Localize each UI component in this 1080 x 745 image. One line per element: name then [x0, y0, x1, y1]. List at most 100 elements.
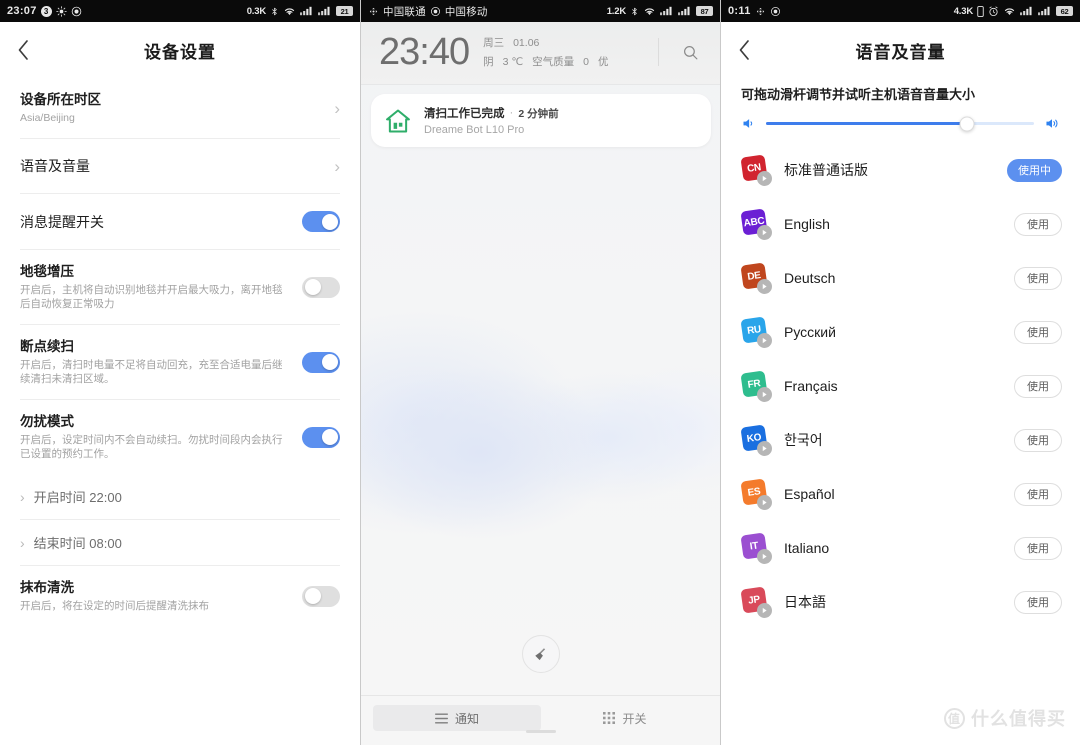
battery-indicator: 62 [1056, 6, 1073, 16]
play-preview-icon[interactable] [757, 333, 772, 348]
setting-subtitle: Asia/Beijing [20, 112, 75, 124]
language-use-button[interactable]: 使用 [1014, 536, 1062, 560]
play-preview-icon[interactable] [757, 387, 772, 402]
language-name: Italiano [784, 540, 830, 556]
language-use-button[interactable]: 使用 [1014, 428, 1062, 452]
setting-row-carpet-boost[interactable]: 地毯增压 开启后，主机将自动识别地毯并开启最大吸力，离开地毯后自动恢复正常吸力 [20, 250, 340, 325]
toggle-resume-cleaning[interactable] [302, 351, 340, 373]
language-row[interactable]: IT Italiano 使用 [739, 521, 1062, 575]
language-name: 日本語 [784, 594, 826, 610]
search-icon[interactable] [673, 44, 707, 61]
panel-device-settings: 23:07 3 0.3K 21 设备设置 设备所在时区 Asia/Beijing… [0, 0, 360, 745]
language-use-button[interactable]: 使用 [1014, 212, 1062, 236]
language-row[interactable]: RU Русский 使用 [739, 305, 1062, 359]
battery-indicator: 21 [336, 6, 353, 16]
language-use-button[interactable]: 使用 [1014, 482, 1062, 506]
language-row[interactable]: CN 标准普通话版 使用中 [739, 143, 1062, 197]
setting-row-resume-cleaning[interactable]: 断点续扫 开启后，清扫时电量不足将自动回充，充至合适电量后继续清扫未清扫区域。 [20, 325, 340, 400]
volume-slider[interactable] [766, 116, 1034, 131]
shade-tabbar: 通知 开关 [361, 695, 720, 731]
aqi-label: 空气质量 [532, 56, 575, 68]
dnd-start-time-row[interactable]: › 开启时间 22:00 [20, 474, 340, 520]
clear-all-wrap [361, 635, 720, 673]
notification-shade: 23:40 周三 01.06 阴 3 ℃ 空气质量 0 优 清扫工作已完成 · … [361, 22, 720, 745]
dnd-end-time-row[interactable]: › 结束时间 08:00 [20, 520, 340, 566]
language-row[interactable]: JP 日本語 使用 [739, 575, 1062, 629]
aqi-value: 0 [583, 55, 589, 68]
notification-title: 清扫工作已完成 [424, 108, 505, 120]
tab-notifications[interactable]: 通知 [373, 705, 541, 731]
play-preview-icon[interactable] [757, 495, 772, 510]
play-preview-icon[interactable] [757, 225, 772, 240]
language-use-button[interactable]: 使用中 [1007, 158, 1062, 182]
play-preview-icon[interactable] [757, 279, 772, 294]
weather-condition: 阴 [483, 56, 494, 68]
sim-icon [430, 6, 441, 17]
back-button[interactable] [721, 22, 767, 78]
play-preview-icon[interactable] [757, 603, 772, 618]
signal-icon [300, 6, 314, 16]
brightness-icon [55, 5, 67, 17]
language-row[interactable]: ES Español 使用 [739, 467, 1062, 521]
signal-icon [1038, 6, 1052, 16]
bluetooth-icon [755, 6, 766, 17]
play-preview-icon[interactable] [757, 441, 772, 456]
page-title: 设备设置 [144, 42, 216, 62]
toggle-carpet-boost[interactable] [302, 276, 340, 298]
setting-title: 语音及音量 [20, 158, 90, 174]
data-rate-right: 4.3K [953, 5, 973, 17]
record-icon [770, 6, 781, 17]
statusbar-middle: 中国联通 中国移动 1.2K 87 [361, 0, 720, 22]
setting-row-mop-wash[interactable]: 抹布清洗 开启后，将在设定的时间后提醒清洗抹布 [20, 566, 340, 626]
setting-title: 勿扰模式 [20, 414, 74, 429]
record-icon [71, 6, 82, 17]
setting-row-timezone[interactable]: 设备所在时区 Asia/Beijing › [20, 78, 340, 139]
back-button[interactable] [0, 22, 46, 78]
setting-row-message-alert[interactable]: 消息提醒开关 [20, 194, 340, 250]
play-preview-icon[interactable] [757, 549, 772, 564]
setting-row-voice-volume[interactable]: 语音及音量 › [20, 139, 340, 194]
setting-row-dnd-mode[interactable]: 勿扰模式 开启后，设定时间内不会自动续扫。勿扰时间段内会执行已设置的预约工作。 [20, 400, 340, 474]
language-name: Русский [784, 324, 836, 340]
list-icon [434, 712, 448, 724]
language-flag-icon: KO [740, 424, 772, 456]
statusbar-time: 0:11 [728, 5, 751, 17]
play-preview-icon[interactable] [757, 171, 772, 186]
settings-list: 设备所在时区 Asia/Beijing › 语音及音量 › 消息提醒开关 地毯增… [0, 78, 360, 626]
appbar-left: 设备设置 [0, 22, 360, 78]
wifi-icon [643, 6, 656, 17]
notification-card[interactable]: 清扫工作已完成 · 2 分钟前 Dreame Bot L10 Pro [371, 94, 711, 147]
language-row[interactable]: ABC English 使用 [739, 197, 1062, 251]
data-rate-middle: 1.2K [606, 5, 626, 17]
language-flag-icon: ES [740, 478, 772, 510]
toggle-dnd-mode[interactable] [302, 426, 340, 448]
toggle-mop-wash[interactable] [302, 585, 340, 607]
tab-toggles[interactable]: 开关 [541, 705, 709, 731]
language-flag-icon: JP [740, 586, 772, 618]
language-use-button[interactable]: 使用 [1014, 374, 1062, 398]
panel-notification-shade: 中国联通 中国移动 1.2K 87 23:40 周三 01.06 阴 3 ℃ 空… [360, 0, 720, 745]
toggle-message-alert[interactable] [302, 211, 340, 232]
language-flag-icon: IT [740, 532, 772, 564]
language-use-button[interactable]: 使用 [1014, 266, 1062, 290]
language-use-button[interactable]: 使用 [1014, 320, 1062, 344]
language-flag-icon: CN [740, 154, 772, 186]
signal-icon [678, 6, 692, 16]
language-flag-icon: ABC [740, 208, 772, 240]
wifi-icon [283, 6, 296, 17]
chevron-right-icon: › [20, 488, 25, 505]
volume-high-icon [1044, 116, 1060, 131]
home-indicator[interactable] [526, 730, 556, 733]
volume-slider-row [721, 103, 1080, 137]
language-list: CN 标准普通话版 使用中 ABC English 使用 DE Deutsch 使用 RU Русс… [721, 137, 1080, 629]
language-row[interactable]: KO 한국어 使用 [739, 413, 1062, 467]
watermark-text: 什么值得买 [971, 709, 1066, 729]
language-row[interactable]: FR Français 使用 [739, 359, 1062, 413]
language-row[interactable]: DE Deutsch 使用 [739, 251, 1062, 305]
clear-all-button[interactable] [522, 635, 560, 673]
clock-weather-widget[interactable]: 23:40 周三 01.06 阴 3 ℃ 空气质量 0 优 [361, 22, 720, 85]
tab-label: 开关 [622, 711, 647, 726]
data-rate-left: 0.3K [246, 5, 266, 17]
setting-subtitle: 开启后，将在设定的时间后提醒清洗抹布 [20, 600, 209, 612]
language-use-button[interactable]: 使用 [1014, 590, 1062, 614]
